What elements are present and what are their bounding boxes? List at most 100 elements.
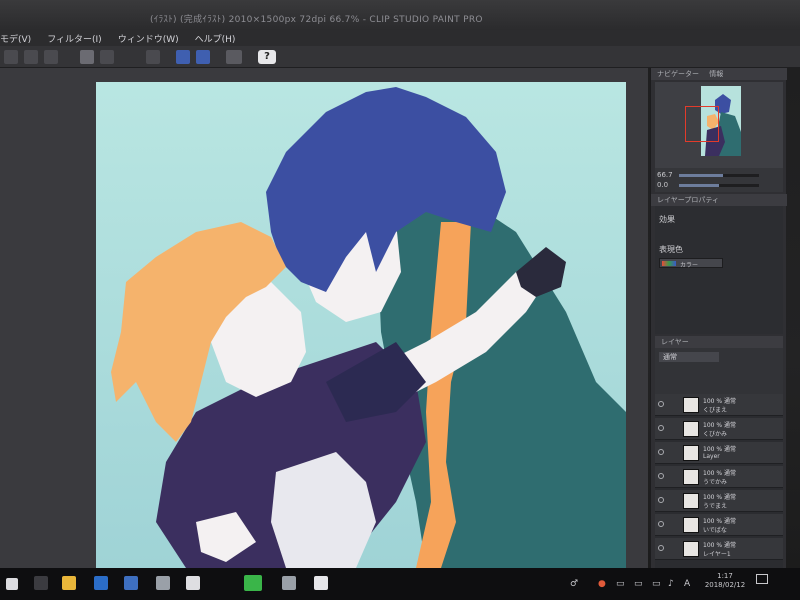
expression-color-label: 表現色 [659,245,683,254]
layer-row[interactable]: 100 % 通常 レイヤー1 [655,538,783,560]
layer-list: 100 % 通常 くびまえ 100 % 通常 くびかみ 100 % 通常 Layer 100… [655,394,783,568]
ime-indicator[interactable]: A [684,580,693,589]
windows-start-icon[interactable] [6,578,18,590]
redo-icon[interactable] [100,50,114,64]
person-icon[interactable]: ♂ [570,580,579,589]
canvas-workspace [0,68,648,568]
layer-name: いでばな [703,527,727,534]
battery-icon[interactable]: ▭ [652,580,661,589]
network-icon[interactable]: ▭ [616,580,625,589]
line-icon[interactable] [244,575,262,591]
properties-tab[interactable]: レイヤープロパティ [651,194,787,206]
menu-window[interactable]: ウィンドウ(W) [110,32,187,45]
layer-row[interactable]: 100 % 通常 くびかみ [655,418,783,440]
screen: (ｲﾗｽﾄ) (完成ｲﾗｽﾄ) 2010×1500px 72dpi 66.7% … [0,0,800,600]
menu-bar: モデ(V) フィルター(I) ウィンドウ(W) ヘルプ(H) [0,30,800,46]
scale-icon[interactable] [196,50,210,64]
right-panels: ナビゲーター 情報 66.7 0.0 レイヤープロパティ 効果 表現色 カラー … [650,68,787,568]
help-icon[interactable]: ? [258,50,276,64]
notification-icon[interactable] [756,574,768,584]
alert-icon[interactable]: ● [598,580,607,589]
navigator-tabs[interactable]: ナビゲーター 情報 [651,68,787,80]
color-chip-icon [662,261,676,266]
taskbar: ♂ ● ▭ ▭ ▭ ♪ A [0,568,800,600]
layer-tab[interactable]: レイヤー [655,336,783,348]
effect-label: 効果 [659,215,675,224]
transform-icon[interactable] [176,50,190,64]
visibility-eye-icon[interactable] [658,425,664,431]
menu-view[interactable]: モデ(V) [0,32,39,45]
layer-opacity-mode: 100 % 通常 [703,494,736,501]
save-icon[interactable] [44,50,58,64]
expression-color-select[interactable]: カラー [659,258,723,269]
expression-color-value: カラー [680,262,699,269]
layer-name: くびまえ [703,407,728,414]
edge-icon[interactable] [94,576,108,590]
tab-info[interactable]: 情報 [709,70,723,78]
clear-icon[interactable] [146,50,160,64]
layer-opacity-mode: 100 % 通常 [703,518,736,525]
clip-studio-taskbar-icon[interactable] [186,576,200,590]
angle-slider[interactable]: 0.0 [657,181,781,190]
angle-value: 0.0 [657,181,669,189]
taskbar-clock[interactable]: 1:17 2018/02/12 [700,572,750,590]
layer-row[interactable]: 100 % 通常 うでまえ [655,490,783,512]
layer-opacity-mode: 100 % 通常 [703,542,736,549]
layer-thumbnail [683,421,699,437]
navigator-view-frame[interactable] [685,106,719,142]
layer-opacity-mode: 100 % 通常 [703,422,736,429]
layer-thumbnail [683,445,699,461]
clock-date: 2018/02/12 [704,581,746,589]
task-view-icon[interactable] [34,576,48,590]
layer-properties-panel: 効果 表現色 カラー [655,206,783,334]
visibility-eye-icon[interactable] [658,449,664,455]
navigator-preview[interactable] [655,82,783,168]
layer-opacity-mode: 100 % 通常 [703,446,736,453]
selection-icon[interactable] [226,50,242,64]
layer-row[interactable]: 100 % 通常 いでばな [655,514,783,536]
zoom-slider[interactable]: 66.7 [657,171,781,180]
open-icon[interactable] [24,50,38,64]
layer-thumbnail [683,469,699,485]
volume-icon[interactable]: ♪ [668,580,677,589]
window-title: (ｲﾗｽﾄ) (完成ｲﾗｽﾄ) 2010×1500px 72dpi 66.7% … [150,15,483,25]
monitor-icon[interactable]: ▭ [634,580,643,589]
navigator-sliders: 66.7 0.0 [655,168,783,192]
visibility-eye-icon[interactable] [658,497,664,503]
canvas[interactable] [96,82,626,568]
layer-row[interactable]: 100 % 通常 くびまえ [655,394,783,416]
layer-row[interactable]: 100 % 通常 Layer [655,442,783,464]
menu-filter[interactable]: フィルター(I) [39,32,110,45]
blend-mode-select[interactable]: 通常 [659,352,719,362]
visibility-eye-icon[interactable] [658,521,664,527]
layer-name: Layer [703,453,720,460]
undo-icon[interactable] [80,50,94,64]
layer-row[interactable]: 100 % 通常 うでかみ [655,466,783,488]
store-icon[interactable] [124,576,138,590]
clip-studio-paint-icon[interactable] [314,576,328,590]
layer-opacity-mode: 100 % 通常 [703,398,736,405]
command-bar: ? [0,46,800,68]
visibility-eye-icon[interactable] [658,473,664,479]
app-icon[interactable] [156,576,170,590]
layer-name: うでまえ [703,503,728,510]
zoom-fill [679,174,723,177]
tab-navigator[interactable]: ナビゲーター [657,70,699,78]
new-icon[interactable] [4,50,18,64]
camera-icon[interactable] [282,576,296,590]
layer-opacity-mode: 100 % 通常 [703,470,736,477]
layer-thumbnail [683,517,699,533]
layer-toolbar: レイヤー 通常 [655,336,783,394]
layer-name: くびかみ [703,431,728,438]
file-explorer-icon[interactable] [62,576,76,590]
zoom-value: 66.7 [657,171,673,179]
layer-thumbnail [683,493,699,509]
layer-name: レイヤー1 [703,551,731,558]
angle-fill [679,184,719,187]
menu-help[interactable]: ヘルプ(H) [187,32,244,45]
visibility-eye-icon[interactable] [658,401,664,407]
clock-time: 1:17 [717,572,733,580]
layer-name: うでかみ [703,479,728,486]
visibility-eye-icon[interactable] [658,545,664,551]
layer-thumbnail [683,397,699,413]
